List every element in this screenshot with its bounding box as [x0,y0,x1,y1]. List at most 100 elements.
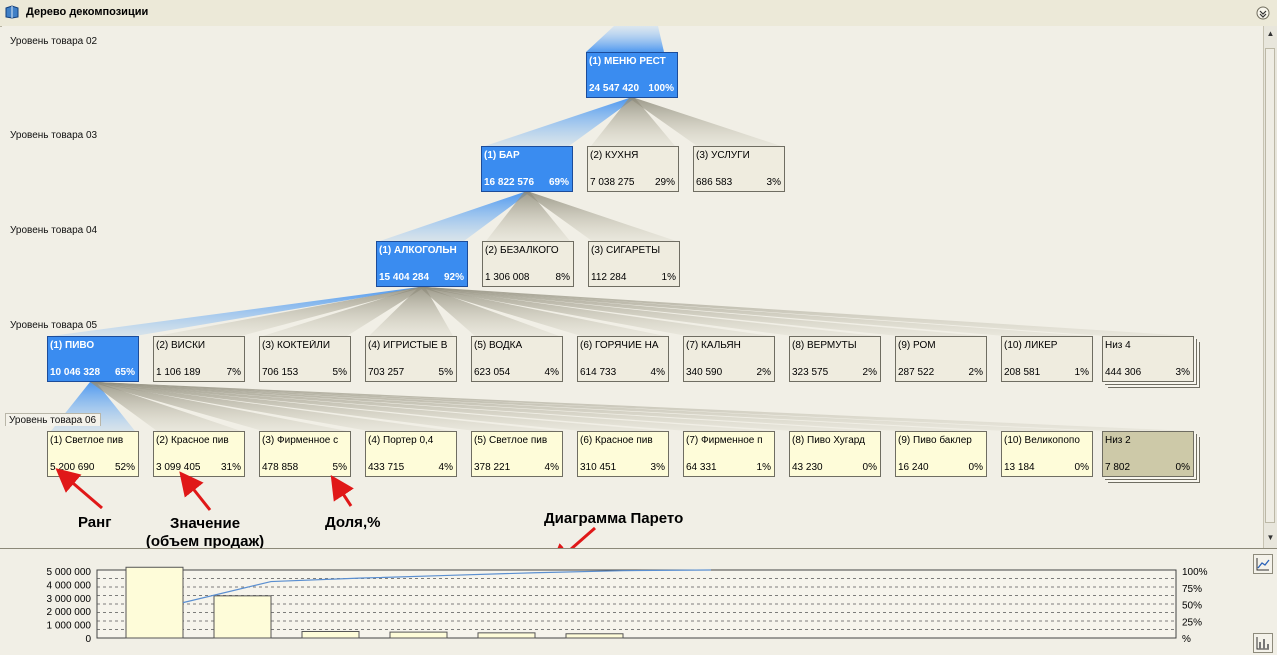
node-value: 208 581 [1004,367,1041,378]
y-tick-label: 1 000 000 [47,621,92,632]
pareto-bar [477,632,536,639]
node-value: 433 715 [368,462,405,473]
window-title: Дерево декомпозиции [26,6,149,18]
node-share: 0% [1175,462,1190,473]
tree-node[interactable]: (2) БЕЗАЛКОГО 1 306 008 8% [482,241,574,287]
tree-node[interactable]: (8) ВЕРМУТЫ 323 575 2% [789,336,881,382]
tree-node[interactable]: (1) БАР 16 822 576 69% [481,146,573,192]
node-share: 29% [654,177,675,188]
node-share: 5% [438,367,453,378]
tree-node[interactable]: (2) КУХНЯ 7 038 275 29% [587,146,679,192]
tree-node[interactable]: (4) ИГРИСТЫЕ В 703 257 5% [365,336,457,382]
y-tick-label: 3 000 000 [47,594,92,605]
node-name: (2) БЕЗАЛКОГО [485,245,559,256]
node-share: 2% [968,367,983,378]
node-value: 703 257 [368,367,405,378]
node-share: 3% [1175,367,1190,378]
node-value: 15 404 284 [379,272,430,283]
line-chart-icon [1256,558,1270,571]
node-name: (10) ЛИКЕР [1004,340,1058,351]
node-value: 112 284 [591,272,627,283]
pareto-bar [565,633,624,639]
scrollbar-thumb[interactable] [1265,48,1275,523]
tree-node[interactable]: (3) СИГАРЕТЫ 112 284 1% [588,241,680,287]
node-name: (10) Великопопо [1004,435,1080,446]
tree-node-other[interactable]: Низ 2 7 802 0% [1102,431,1194,477]
node-share: 1% [756,462,771,473]
y2-tick-label: % [1182,634,1191,645]
annotation-value-line1: Значение [169,515,241,532]
node-name: (3) УСЛУГИ [696,150,750,161]
node-name: (7) КАЛЬЯН [686,340,741,351]
node-name: (4) Портер 0,4 [368,435,434,446]
node-value: 478 858 [262,462,299,473]
tree-node[interactable]: (7) КАЛЬЯН 340 590 2% [683,336,775,382]
level-label-06[interactable]: Уровень товара 06 [5,413,102,426]
node-value: 1 106 189 [156,367,201,378]
tree-node[interactable]: (3) УСЛУГИ 686 583 3% [693,146,785,192]
tree-node[interactable]: (9) РОМ 287 522 2% [895,336,987,382]
tree-node[interactable]: (10) ЛИКЕР 208 581 1% [1001,336,1093,382]
annotation-share: Доля,% [325,514,381,531]
node-value: 7 802 [1105,462,1131,473]
tree-node[interactable]: (2) ВИСКИ 1 106 189 7% [153,336,245,382]
tree-node[interactable]: (3) КОКТЕЙЛИ 706 153 5% [259,336,351,382]
node-name: (8) Пиво Хугард [792,435,865,446]
y2-tick-label: 25% [1182,617,1202,628]
tree-node[interactable]: (5) Светлое пив 378 221 4% [471,431,563,477]
line-chart-toggle-button[interactable] [1253,554,1273,574]
tree-node[interactable]: (8) Пиво Хугард 43 230 0% [789,431,881,477]
tree-node[interactable]: (1) МЕНЮ РЕСТ 24 547 420 100% [586,52,678,98]
node-value: 310 451 [580,462,617,473]
scroll-up-icon[interactable]: ▲ [1264,28,1277,40]
level-label-02: Уровень товара 02 [10,36,98,47]
decomposition-tree[interactable]: Уровень товара 02 Уровень товара 03 Уров… [2,26,1263,551]
pareto-chart: 5 000 000 4 000 000 3 000 000 2 000 000 1 00… [47,566,1208,645]
tree-node[interactable]: (9) Пиво баклер 16 240 0% [895,431,987,477]
node-name: (3) Фирменное с [262,435,339,446]
tree-node[interactable]: (4) Портер 0,4 433 715 4% [365,431,457,477]
node-name: (7) Фирменное п [686,435,763,446]
vertical-scrollbar[interactable]: ▲ ▼ [1263,26,1277,548]
tree-node[interactable]: (2) Красное пив 3 099 405 31% [153,431,245,477]
pareto-panel: 5 000 000 4 000 000 3 000 000 2 000 000 1 00… [0,548,1277,655]
tree-node[interactable]: (10) Великопопо 13 184 0% [1001,431,1093,477]
tree-node-other[interactable]: Низ 4 444 306 3% [1102,336,1194,382]
node-value: 706 153 [262,367,299,378]
level-label-04: Уровень товара 04 [10,225,98,236]
annotation-pareto: Диаграмма Парето [544,510,684,527]
collapse-icon[interactable] [1256,6,1270,20]
tree-node[interactable]: (6) Красное пив 310 451 3% [577,431,669,477]
node-value: 623 054 [474,367,511,378]
node-value: 5 200 690 [50,462,95,473]
node-name: (8) ВЕРМУТЫ [792,340,857,351]
node-share: 92% [443,272,464,283]
node-share: 69% [548,177,569,188]
node-value: 10 046 328 [50,367,101,378]
annotation-value: Значение (объем продаж) [140,515,270,551]
y-tick-label: 4 000 000 [47,580,92,591]
tree-node[interactable]: (5) ВОДКА 623 054 4% [471,336,563,382]
node-name: (2) ВИСКИ [156,340,206,351]
node-name: (2) Красное пив [156,435,229,446]
annotation-rank: Ранг [78,514,112,531]
bar-chart-toggle-button[interactable] [1253,633,1273,653]
tree-node[interactable]: (3) Фирменное с 478 858 5% [259,431,351,477]
tree-node[interactable]: (1) ПИВО 10 046 328 65% [47,336,139,382]
node-name: (1) БАР [484,150,520,161]
node-name: (9) РОМ [898,340,936,351]
tree-node[interactable]: (1) Светлое пив 5 200 690 52% [47,431,139,477]
node-value: 43 230 [792,462,823,473]
tree-node[interactable]: (1) АЛКОГОЛЬН 15 404 284 92% [376,241,468,287]
tree-node[interactable]: (7) Фирменное п 64 331 1% [683,431,775,477]
tree-node[interactable]: (6) ГОРЯЧИЕ НА 614 733 4% [577,336,669,382]
node-name: (5) Светлое пив [474,435,548,446]
node-value: 340 590 [686,367,723,378]
title-bar: Дерево декомпозиции [0,0,1277,27]
node-value: 16 822 576 [484,177,535,188]
node-share: 0% [1074,462,1089,473]
scroll-down-icon[interactable]: ▼ [1264,532,1277,544]
node-name: Низ 4 [1105,340,1131,351]
bar-chart-icon [1256,637,1269,650]
node-share: 1% [661,272,676,283]
